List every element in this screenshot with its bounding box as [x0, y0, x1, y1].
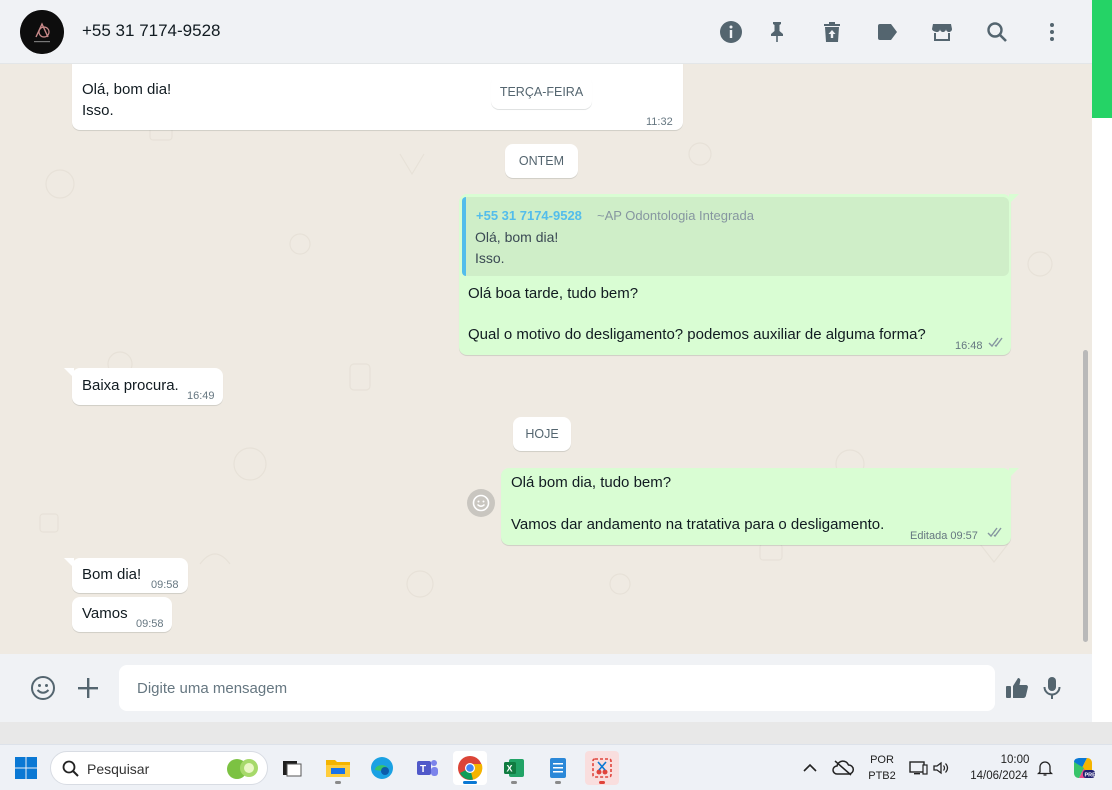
bubble-tail [1009, 468, 1019, 478]
contact-name[interactable]: +55 31 7174-9528 [82, 21, 221, 41]
message-time: 11:32 [646, 116, 673, 128]
message-incoming[interactable]: Bom dia! 09:58 [72, 558, 188, 593]
taskbar: Pesquisar T X POR PTB2 10:00 14/06/2024 … [0, 744, 1112, 790]
attach-plus-icon[interactable] [72, 672, 104, 704]
edge-icon[interactable] [365, 751, 399, 785]
svg-text:PRE: PRE [1085, 772, 1097, 778]
running-indicator [335, 781, 341, 784]
chat-area: Olá, bom dia! Isso. 11:32 TERÇA-FEIRA ON… [0, 64, 1092, 654]
search-icon[interactable] [983, 18, 1011, 46]
quote-author: +55 31 7174-9528 [476, 208, 582, 223]
message-text: Olá bom dia, tudo bem? [511, 474, 672, 491]
message-text: Isso. [82, 102, 114, 119]
message-outgoing[interactable]: +55 31 7174-9528 ~AP Odontologia Integra… [459, 194, 1011, 355]
quote-text: Olá, bom dia! [475, 229, 559, 245]
quote-text: Isso. [475, 250, 505, 266]
bubble-tail [1009, 194, 1019, 204]
notification-bell-icon[interactable] [1032, 751, 1058, 785]
language-indicator[interactable]: POR [866, 754, 898, 766]
side-strip-bg [1092, 118, 1112, 722]
quoted-message[interactable]: +55 31 7174-9528 ~AP Odontologia Integra… [462, 197, 1009, 276]
bubble-tail [64, 368, 74, 378]
label-icon[interactable] [873, 18, 901, 46]
message-input[interactable] [119, 665, 995, 711]
search-label: Pesquisar [87, 761, 150, 777]
read-ticks-icon [988, 337, 1003, 348]
info-icon[interactable] [717, 18, 745, 46]
lime-illustration-icon [227, 759, 258, 779]
react-emoji-icon[interactable] [467, 489, 495, 517]
emoji-icon[interactable] [27, 672, 59, 704]
microphone-icon[interactable] [1036, 672, 1068, 704]
task-view-icon[interactable] [275, 751, 309, 785]
message-outgoing[interactable]: Olá bom dia, tudo bem? Vamos dar andamen… [501, 468, 1011, 545]
keyboard-layout[interactable]: PTB2 [864, 770, 900, 782]
excel-icon[interactable]: X [497, 751, 531, 785]
message-incoming[interactable]: Vamos 09:58 [72, 597, 172, 632]
notepad-icon[interactable] [541, 751, 575, 785]
avatar[interactable] [20, 10, 64, 54]
date-separator: TERÇA-FEIRA [491, 75, 592, 109]
svg-text:X: X [507, 764, 513, 774]
active-indicator [463, 781, 477, 784]
composer [0, 654, 1092, 722]
running-indicator [555, 781, 561, 784]
message-text: Vamos [82, 605, 128, 622]
message-incoming[interactable]: Baixa procura. 16:49 [72, 368, 223, 405]
quote-bar [462, 197, 466, 276]
thumbs-up-icon[interactable] [1001, 672, 1033, 704]
message-text: Olá boa tarde, tudo bem? [468, 285, 639, 302]
volume-icon[interactable] [928, 751, 954, 785]
copilot-icon[interactable]: PRE [1066, 751, 1100, 785]
teams-icon[interactable]: T [410, 751, 444, 785]
message-text: Baixa procura. [82, 377, 179, 394]
taskbar-search[interactable]: Pesquisar [50, 751, 268, 785]
side-strip [1092, 0, 1112, 118]
date-separator: ONTEM [505, 144, 578, 178]
cloud-offline-icon[interactable] [828, 751, 858, 785]
chrome-icon[interactable] [453, 751, 487, 785]
chat-header: +55 31 7174-9528 [0, 0, 1092, 64]
bubble-tail [64, 558, 74, 568]
search-icon [62, 760, 79, 777]
quote-group: ~AP Odontologia Integrada [597, 208, 754, 223]
delete-icon[interactable] [818, 18, 846, 46]
snipping-tool-icon[interactable] [585, 751, 619, 785]
store-icon[interactable] [928, 18, 956, 46]
message-text: Qual o motivo do desligamento? podemos a… [468, 326, 926, 343]
pin-icon[interactable] [763, 18, 791, 46]
chevron-up-icon[interactable] [795, 751, 825, 785]
windows-start-icon[interactable] [9, 751, 43, 785]
menu-icon[interactable] [1038, 18, 1066, 46]
message-time: 16:48 [955, 340, 983, 352]
message-text: Olá, bom dia! [82, 81, 172, 98]
running-indicator [511, 781, 517, 784]
read-ticks-icon [987, 527, 1002, 538]
clock-date[interactable]: 14/06/2024 [964, 770, 1034, 782]
scroll-thumb[interactable] [1083, 350, 1088, 642]
message-time: 16:49 [187, 390, 215, 402]
file-explorer-icon[interactable] [321, 751, 355, 785]
running-indicator [599, 781, 605, 784]
message-text: Bom dia! [82, 566, 142, 583]
date-separator: HOJE [513, 417, 571, 451]
window-bottom [0, 722, 1112, 744]
message-time: Editada 09:57 [910, 530, 978, 542]
message-time: 09:58 [151, 579, 179, 591]
message-time: 09:58 [136, 618, 164, 630]
message-text: Vamos dar andamento na tratativa para o … [511, 516, 885, 533]
svg-text:T: T [420, 764, 426, 775]
